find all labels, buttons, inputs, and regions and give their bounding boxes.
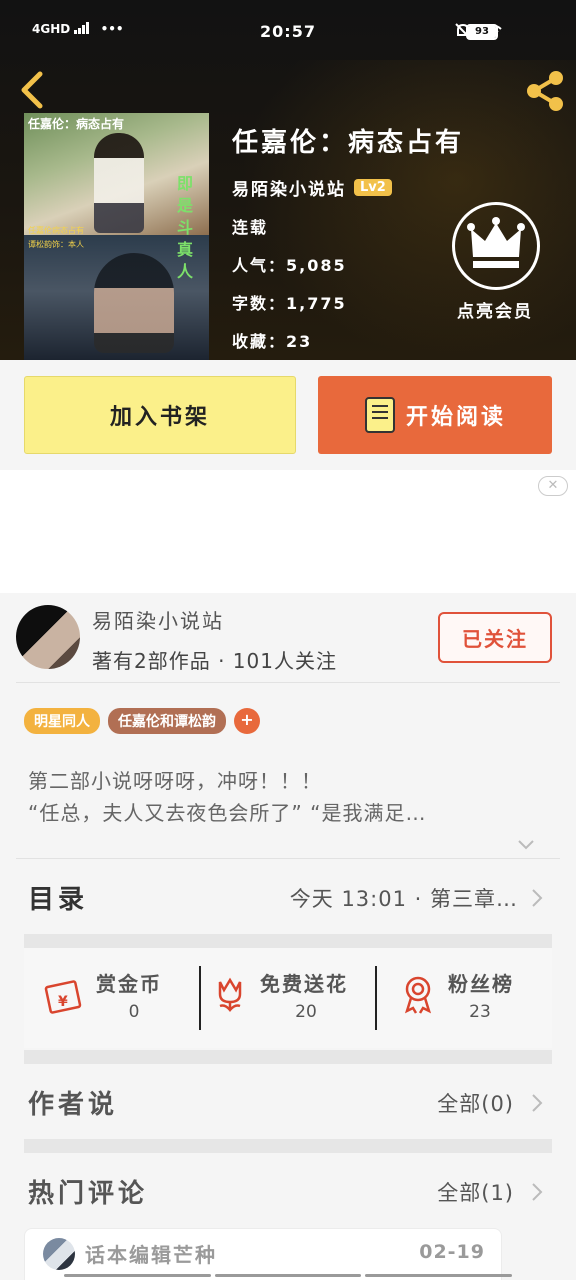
word-count-value: 1,775	[286, 294, 347, 313]
commenter-name[interactable]: 话本编辑芒种	[85, 1239, 217, 1268]
tag-list: 明星同人 任嘉伦和谭松韵 +	[24, 708, 260, 734]
fan-ranking[interactable]: 粉丝榜 23	[376, 964, 552, 1034]
action-area: 加入书架 开始阅读	[0, 360, 576, 470]
vertical-divider	[375, 966, 377, 1030]
table-of-contents-row[interactable]: 目录 今天 13:01 · 第三章…	[0, 859, 576, 933]
book-header: 4GHD ••• 20:57 93 任嘉伦：病态占有 即是斗真人 任嘉伦病态占有…	[0, 0, 576, 360]
word-count-line: 字数：1,775	[232, 290, 347, 314]
hot-comments-all[interactable]: 全部(1)	[437, 1177, 514, 1207]
synopsis[interactable]: 第二部小说呀呀呀，冲呀！！！ “任总，夫人又去夜色会所了” “是我满足…	[28, 765, 548, 829]
author-says-row[interactable]: 作者说 全部(0)	[0, 1074, 576, 1134]
book-cover[interactable]: 任嘉伦：病态占有 即是斗真人 任嘉伦病态占有 谭松韵饰：本人	[24, 113, 209, 360]
book-icon	[364, 397, 395, 433]
tag-item[interactable]: 明星同人	[24, 708, 100, 734]
back-button[interactable]	[14, 68, 50, 112]
add-to-shelf-button[interactable]: 加入书架	[24, 376, 296, 454]
divider	[16, 682, 560, 683]
author-stats: 著有2部作品 · 101人关注	[92, 649, 337, 673]
section-separator	[24, 1050, 552, 1064]
cover-subtitle-1: 任嘉伦病态占有	[28, 226, 84, 235]
favorites-line: 收藏：23	[232, 328, 312, 352]
reward-row: ¥ 赏金币 0 免费送花 20 粉丝榜 23	[24, 948, 552, 1048]
expand-chevron-icon[interactable]	[516, 837, 536, 856]
flower-icon	[218, 977, 242, 1012]
hot-comments-row[interactable]: 热门评论 全部(1)	[0, 1163, 576, 1223]
book-author[interactable]: 易陌染小说站	[232, 175, 346, 200]
close-icon[interactable]: ✕	[538, 476, 568, 496]
author-says-label: 作者说	[28, 1090, 119, 1120]
add-tag-button[interactable]: +	[234, 708, 260, 734]
chevron-left-icon	[21, 71, 43, 109]
battery-level: 93	[468, 26, 496, 38]
popularity-value: 5,085	[286, 256, 347, 275]
comment-date: 02-19	[419, 1241, 485, 1263]
status-bar: 4GHD ••• 20:57 93	[0, 0, 576, 62]
toc-label: 目录	[28, 885, 89, 915]
cover-subtitle-2: 谭松韵饰：本人	[28, 240, 84, 249]
favorites-value: 23	[286, 332, 313, 351]
author-name[interactable]: 易陌染小说站	[92, 605, 224, 634]
tag-item[interactable]: 任嘉伦和谭松韵	[108, 708, 226, 734]
battery-indicator: 93	[466, 24, 498, 40]
comment-card[interactable]: 话本编辑芒种 02-19	[24, 1228, 502, 1280]
book-detail-content: 易陌染小说站 著有2部作品 · 101人关注 已关注 明星同人 任嘉伦和谭松韵 …	[0, 593, 576, 1280]
author-says-all[interactable]: 全部(0)	[437, 1088, 514, 1118]
ad-banner: ✕	[0, 470, 576, 593]
cover-title: 任嘉伦：病态占有	[28, 117, 125, 131]
crown-icon	[467, 217, 525, 268]
favorites-label: 收藏：	[232, 332, 287, 351]
cover-vertical-text: 即是斗真人	[177, 174, 194, 281]
vertical-divider	[199, 966, 201, 1030]
reward-flowers-label: 免费送花	[260, 972, 348, 996]
red-envelope-icon: ¥	[44, 980, 82, 1014]
medal-icon	[404, 976, 432, 1014]
share-button[interactable]	[522, 68, 568, 114]
reward-coins-value: 0	[128, 1002, 140, 1022]
indicator-segment	[64, 1274, 211, 1277]
synopsis-line-1: 第二部小说呀呀呀，冲呀！！！	[28, 769, 322, 793]
hot-comments-label: 热门评论	[28, 1179, 149, 1209]
vip-label[interactable]: 点亮会员	[440, 297, 550, 322]
cover-figure-woman	[94, 133, 144, 233]
author-avatar[interactable]	[16, 605, 80, 669]
indicator-segment	[365, 1274, 513, 1277]
scroll-indicator	[0, 1274, 576, 1280]
word-count-label: 字数：	[232, 294, 287, 313]
popularity-label: 人气：	[232, 256, 287, 275]
chevron-right-icon	[532, 1094, 543, 1112]
author-panel[interactable]: 易陌染小说站 著有2部作品 · 101人关注 已关注	[0, 593, 576, 683]
fan-ranking-label: 粉丝榜	[448, 972, 514, 996]
follow-button[interactable]: 已关注	[438, 612, 552, 663]
vip-button[interactable]	[452, 202, 540, 290]
author-level-badge: Lv2	[354, 179, 392, 196]
book-author-line[interactable]: 易陌染小说站 Lv2	[232, 175, 392, 200]
start-reading-button[interactable]: 开始阅读	[318, 376, 552, 454]
reward-coins-label: 赏金币	[96, 972, 162, 996]
chevron-right-icon	[532, 1183, 543, 1201]
synopsis-line-2: “任总，夫人又去夜色会所了” “是我满足…	[28, 801, 427, 825]
svg-text:¥: ¥	[58, 994, 68, 1010]
start-reading-label: 开始阅读	[405, 405, 506, 430]
book-title: 任嘉伦：病态占有	[232, 128, 465, 158]
book-status: 连载	[232, 218, 269, 237]
cover-figure-man	[94, 253, 174, 353]
section-separator	[24, 934, 552, 948]
fan-ranking-value: 23	[469, 1002, 491, 1022]
latest-chapter-info: 今天 13:01 · 第三章…	[289, 887, 518, 911]
reward-flowers[interactable]: 免费送花 20	[200, 964, 376, 1034]
commenter-avatar[interactable]	[43, 1238, 75, 1270]
share-icon	[527, 71, 563, 111]
indicator-segment	[214, 1274, 362, 1277]
reward-flowers-value: 20	[295, 1002, 317, 1022]
section-separator	[24, 1139, 552, 1153]
reward-coins[interactable]: ¥ 赏金币 0	[24, 964, 200, 1034]
chevron-right-icon	[532, 889, 543, 907]
popularity-line: 人气：5,085	[232, 252, 347, 276]
